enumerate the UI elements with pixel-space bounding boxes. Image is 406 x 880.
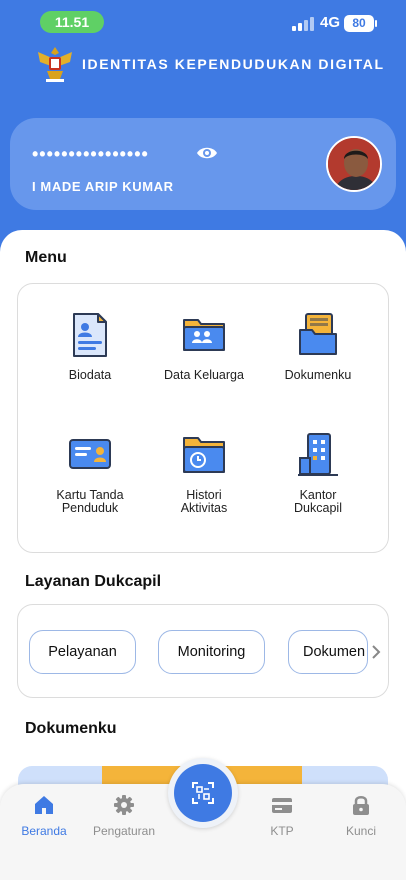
office-building-icon (298, 433, 338, 476)
menu-item-biodata[interactable]: Biodata (28, 312, 152, 422)
dokumenku-title: Dokumenku (25, 720, 117, 737)
documents-icon (299, 313, 337, 355)
menu-item-label: Biodata (68, 368, 112, 382)
menu-item-kantor-dukcapil[interactable]: Kantor Dukcapil (256, 432, 380, 542)
signal-icon (292, 17, 314, 31)
chip-dokumen[interactable]: Dokumen (288, 630, 368, 674)
chevron-right-icon[interactable] (370, 644, 382, 660)
scan-button[interactable] (174, 764, 232, 822)
history-folder-icon (183, 437, 225, 473)
card-icon (272, 798, 292, 813)
menu-item-label-line2: Penduduk (61, 501, 119, 515)
user-name: I MADE ARIP KUMAR (32, 179, 174, 194)
status-bar: 11.51 4G 80 (0, 0, 406, 44)
qr-scan-icon (192, 782, 214, 804)
nav-beranda[interactable]: Beranda (8, 794, 80, 838)
home-icon (35, 796, 53, 814)
eye-icon[interactable] (196, 145, 218, 161)
menu-item-kartu-tanda-penduduk[interactable]: Kartu Tanda Penduduk (28, 432, 152, 542)
menu-title: Menu (25, 249, 67, 266)
nav-label: Beranda (21, 824, 67, 838)
chip-monitoring[interactable]: Monitoring (158, 630, 265, 674)
profile-card: •••••••••••••••• I MADE ARIP KUMAR (10, 118, 396, 210)
nav-label: KTP (270, 824, 294, 838)
menu-item-histori-aktivitas[interactable]: Histori Aktivitas (142, 432, 266, 542)
chip-pelayanan[interactable]: Pelayanan (29, 630, 136, 674)
menu-item-label-line2: Aktivitas (180, 501, 228, 515)
nav-kunci[interactable]: Kunci (325, 794, 397, 838)
gear-icon (114, 795, 134, 815)
battery-icon: 80 (344, 15, 374, 32)
status-time: 11.51 (40, 11, 104, 33)
nav-ktp[interactable]: KTP (246, 794, 318, 838)
biodata-icon (73, 313, 107, 357)
nav-pengaturan[interactable]: Pengaturan (88, 794, 160, 838)
menu-item-label: Data Keluarga (164, 368, 244, 382)
masked-nik: •••••••••••••••• (32, 144, 149, 164)
family-folder-icon (183, 319, 225, 351)
garuda-emblem-icon (38, 47, 72, 82)
nav-label: Pengaturan (92, 824, 156, 838)
avatar[interactable] (326, 136, 382, 192)
nav-label: Kunci (345, 824, 377, 838)
menu-item-label-line2: Dukcapil (294, 501, 342, 515)
menu-item-label: Dokumenku (284, 368, 352, 382)
menu-item-dokumenku[interactable]: Dokumenku (256, 312, 380, 422)
menu-grid: Biodata Data Keluarga Dokumenku Kartu Ta… (17, 283, 389, 553)
battery-tip (375, 20, 377, 27)
menu-item-data-keluarga[interactable]: Data Keluarga (142, 312, 266, 422)
layanan-carousel: Pelayanan Monitoring Dokumen (17, 604, 389, 698)
id-card-icon (69, 439, 111, 469)
header: 11.51 4G 80 IDENTITAS KEPENDUDUKAN DIGIT… (0, 0, 406, 262)
app-title: IDENTITAS KEPENDUDUKAN DIGITAL (82, 56, 385, 72)
layanan-title: Layanan Dukcapil (25, 573, 162, 590)
network-type: 4G (320, 14, 341, 31)
lock-icon (353, 796, 369, 815)
